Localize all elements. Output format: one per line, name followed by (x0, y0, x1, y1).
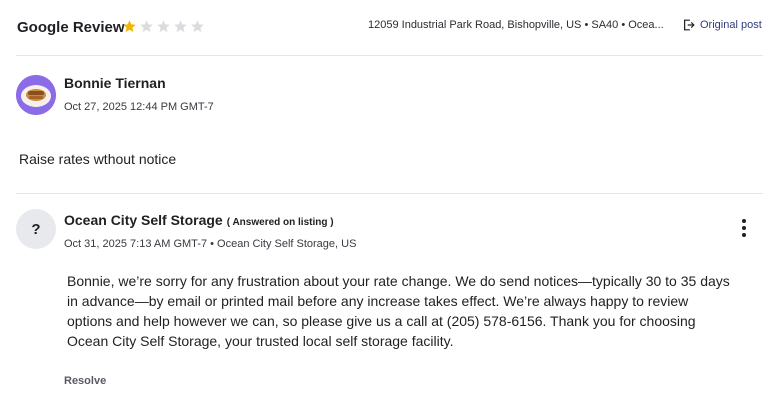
star-filled-icon (123, 20, 136, 33)
reviewer-name: Bonnie Tiernan (64, 75, 166, 91)
star-empty-icon (157, 20, 170, 33)
star-empty-icon (140, 20, 153, 33)
location-text: 12059 Industrial Park Road, Bishopville,… (368, 19, 664, 31)
reply-author: Ocean City Self Storage (64, 212, 223, 228)
more-vertical-icon[interactable] (734, 217, 754, 239)
open-external-icon (684, 19, 695, 31)
reply-status: ( Answered on listing ) (226, 217, 334, 228)
star-empty-icon (191, 20, 204, 33)
original-post-link[interactable]: Original post (682, 18, 762, 32)
star-empty-icon (174, 20, 187, 33)
resolve-button[interactable]: Resolve (64, 375, 106, 387)
review-text: Raise rates wthout notice (19, 151, 177, 167)
reply-text: Bonnie, we’re sorry for any frustration … (67, 273, 730, 349)
review-date: Oct 27, 2025 12:44 PM GMT-7 (64, 101, 214, 113)
reply-header: Ocean City Self Storage ( Answered on li… (64, 212, 334, 228)
original-post-label: Original post (700, 19, 762, 31)
business-avatar: ? (16, 209, 56, 249)
reply-meta: Oct 31, 2025 7:13 AM GMT-7 • Ocean City … (64, 238, 357, 250)
review-header: Google Review 12059 Industrial Park Road… (16, 0, 763, 56)
star-rating (122, 19, 205, 34)
reviewer-avatar (16, 75, 56, 115)
review-source-title: Google Review (17, 19, 125, 36)
section-divider (16, 193, 763, 194)
